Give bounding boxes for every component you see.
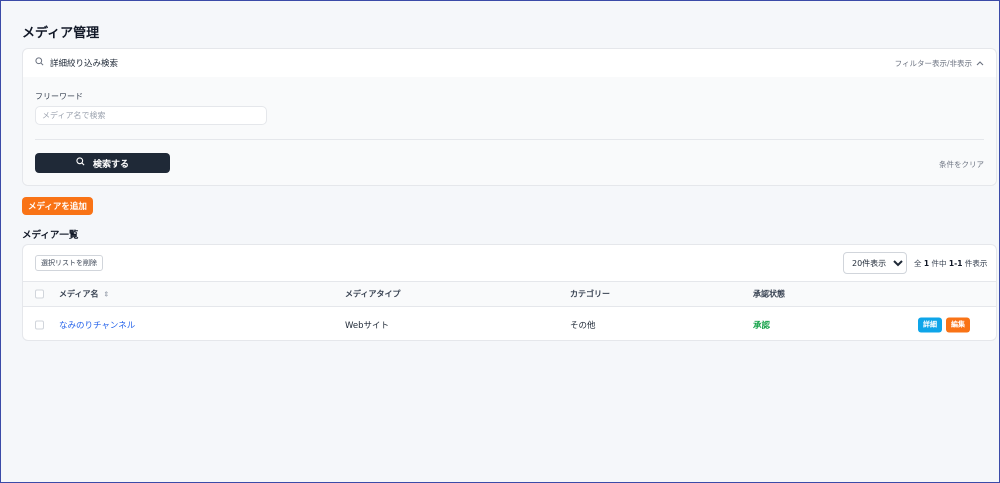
edit-button[interactable]: 編集 — [946, 317, 970, 332]
table-row: なみのりチャンネル Webサイト その他 承認 詳細 編集 — [23, 307, 996, 342]
filter-panel: 詳細絞り込み検索 フィルター表示/非表示 フリーワード 検索する 条件をクリア — [22, 48, 997, 186]
delete-selected-button[interactable]: 選択リストを削除 — [35, 255, 103, 271]
list-title: メディア一覧 — [22, 230, 79, 241]
filter-toggle-label: フィルター表示/非表示 — [894, 58, 972, 68]
summary-middle: 件中 — [931, 259, 947, 268]
column-header-type: メディアタイプ — [345, 289, 401, 299]
clear-filters-link[interactable]: 条件をクリア — [939, 159, 984, 170]
filter-body: フリーワード 検索する 条件をクリア — [23, 77, 996, 185]
table-header: メディア名 ⇕ メディアタイプ カテゴリー 承認状態 — [23, 281, 996, 307]
summary-suffix: 件表示 — [964, 259, 988, 268]
add-media-button[interactable]: メディアを追加 — [22, 197, 93, 215]
divider — [35, 139, 984, 140]
per-page-select[interactable]: 20件表示 — [843, 252, 907, 274]
column-header-name-label: メディア名 — [59, 289, 99, 299]
filter-header-label: 詳細絞り込み検索 — [50, 59, 119, 69]
search-button-label: 検索する — [92, 159, 129, 170]
column-header-name[interactable]: メディア名 ⇕ — [59, 289, 109, 300]
filter-toggle[interactable]: フィルター表示/非表示 — [895, 58, 984, 69]
summary-total: 1 — [923, 259, 930, 268]
media-list-panel: 選択リストを削除 20件表示 全 1 件中 1-1 件表示 メディア名 ⇕ メディ… — [22, 244, 997, 341]
filter-header: 詳細絞り込み検索 フィルター表示/非表示 — [23, 49, 996, 77]
keyword-label: フリーワード — [35, 92, 83, 101]
summary-prefix: 全 — [914, 259, 922, 268]
sort-icon[interactable]: ⇕ — [103, 291, 109, 299]
column-header-status: 承認状態 — [753, 289, 785, 299]
row-actions: 詳細 編集 — [918, 317, 970, 332]
summary-range: 1-1 — [948, 259, 963, 268]
pagination-summary: 全 1 件中 1-1 件表示 — [914, 258, 987, 269]
media-category: その他 — [570, 320, 596, 331]
row-checkbox[interactable] — [35, 320, 44, 329]
chevron-up-icon — [976, 59, 984, 68]
detail-button[interactable]: 詳細 — [918, 317, 942, 332]
keyword-input[interactable] — [35, 106, 267, 125]
media-type: Webサイト — [345, 320, 390, 331]
column-header-category: カテゴリー — [570, 289, 610, 299]
list-toolbar: 選択リストを削除 20件表示 全 1 件中 1-1 件表示 — [23, 245, 996, 281]
select-all-checkbox[interactable] — [35, 289, 44, 299]
media-name-link[interactable]: なみのりチャンネル — [59, 319, 135, 331]
page-title: メディア管理 — [22, 26, 100, 41]
search-icon — [76, 157, 85, 169]
status-badge: 承認 — [753, 320, 771, 331]
search-icon — [35, 57, 44, 69]
search-button[interactable]: 検索する — [35, 153, 170, 173]
